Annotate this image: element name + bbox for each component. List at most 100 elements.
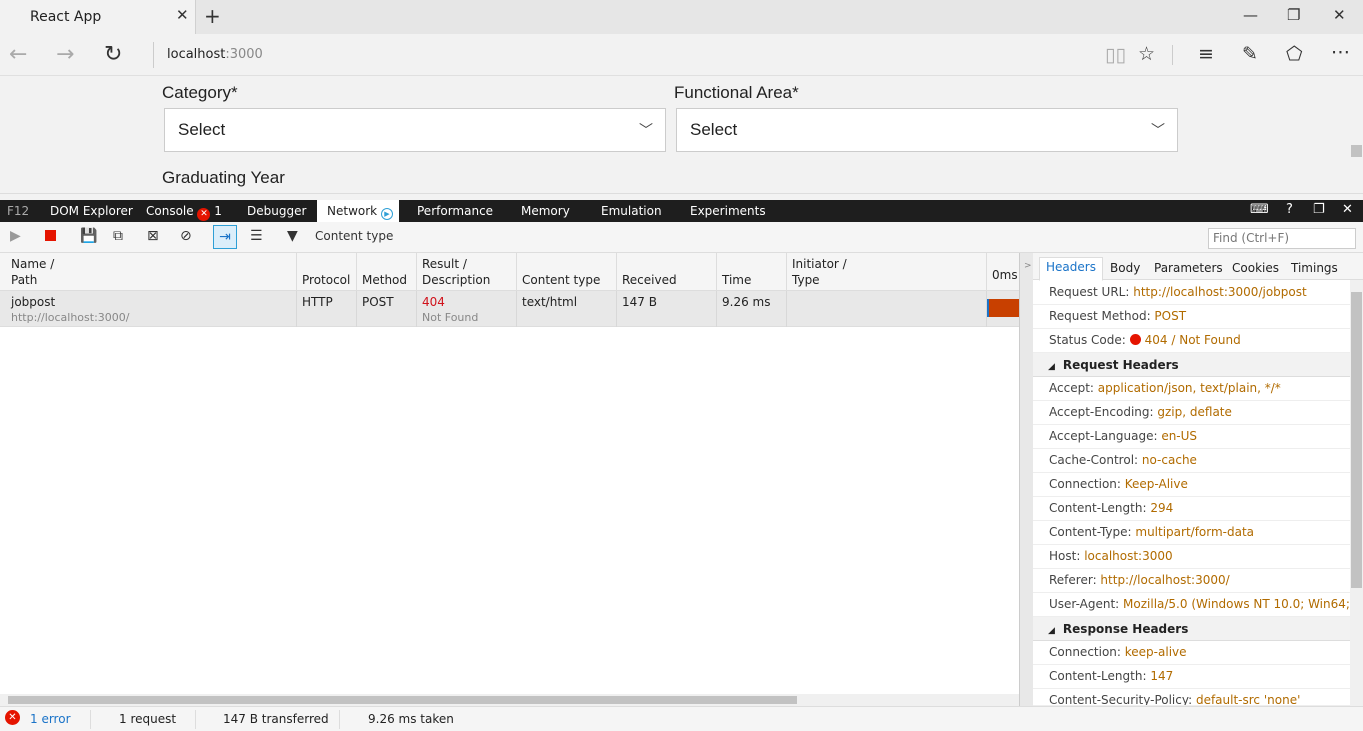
column-received[interactable]: Received: [617, 253, 717, 291]
save-icon[interactable]: 💾: [80, 228, 97, 244]
browser-tab[interactable]: React App ✕: [0, 0, 196, 34]
functional-area-select[interactable]: Select ﹀: [676, 108, 1178, 152]
collapse-arrow-icon: >: [1024, 261, 1032, 271]
forward-icon[interactable]: →: [56, 42, 74, 67]
page-scrollbar-thumb[interactable]: [1351, 145, 1362, 157]
filter-content-type[interactable]: Content type: [315, 229, 393, 243]
import-icon[interactable]: ⧉: [113, 228, 123, 244]
column-method[interactable]: Method: [357, 253, 417, 291]
request-content-type: text/html: [517, 291, 617, 327]
tab-console[interactable]: Console ✕ 1: [146, 200, 222, 222]
always-refresh-icon[interactable]: ⇥: [213, 225, 237, 249]
time-taken: 9.26 ms taken: [368, 712, 454, 726]
help-icon[interactable]: ?: [1286, 202, 1293, 217]
request-headers-section[interactable]: ◢ Request Headers: [1033, 353, 1350, 377]
table-row[interactable]: jobpost http://localhost:3000/ HTTP POST …: [0, 291, 1019, 327]
favorite-star-icon[interactable]: ☆: [1138, 43, 1155, 65]
tab-debugger[interactable]: Debugger: [247, 200, 306, 222]
detail-vertical-scrollbar-thumb[interactable]: [1351, 292, 1362, 588]
header-row: Connection: keep-alive: [1033, 641, 1350, 665]
request-grid-body: [0, 327, 1019, 695]
restore-icon[interactable]: ❐: [1287, 6, 1300, 24]
column-protocol[interactable]: Protocol: [297, 253, 357, 291]
column-timeline[interactable]: 0ms: [987, 253, 1019, 291]
tab-title: React App: [30, 9, 102, 25]
tab-close-icon[interactable]: ✕: [176, 6, 189, 24]
header-row: Content-Length: 294: [1033, 497, 1350, 521]
filter-icon[interactable]: ▼: [287, 228, 298, 244]
column-initiator[interactable]: Initiator / Type: [787, 253, 987, 291]
close-devtools-icon[interactable]: ✕: [1342, 202, 1353, 217]
graduating-year-label: Graduating Year: [162, 168, 285, 187]
tab-performance[interactable]: Performance: [417, 200, 493, 222]
status-error-dot: [1129, 334, 1141, 345]
devtools-resize-handle[interactable]: [0, 193, 1363, 200]
header-row: Accept-Encoding: gzip, deflate: [1033, 401, 1350, 425]
tab-network[interactable]: Network ▶: [317, 200, 399, 222]
refresh-icon[interactable]: ↻: [104, 42, 122, 67]
share-icon[interactable]: ⬠: [1286, 43, 1303, 65]
column-initiator-label: Initiator /: [792, 257, 847, 271]
detail-tab-cookies[interactable]: Cookies: [1226, 259, 1285, 280]
header-value: 147: [1150, 669, 1174, 683]
console-toggle-icon[interactable]: ⌨: [1250, 202, 1269, 217]
column-name-path[interactable]: Name / Path: [0, 253, 297, 291]
page-scrollbar[interactable]: [1350, 76, 1363, 193]
tab-memory[interactable]: Memory: [521, 200, 570, 222]
find-input[interactable]: Find (Ctrl+F): [1208, 228, 1356, 249]
minimize-icon[interactable]: —: [1243, 6, 1258, 24]
back-icon[interactable]: ←: [9, 42, 27, 67]
column-time[interactable]: Time: [717, 253, 787, 291]
stop-icon[interactable]: [45, 230, 56, 241]
header-key: Content-Length:: [1049, 501, 1151, 515]
column-result[interactable]: Result / Description: [417, 253, 517, 291]
network-toolbar: ▶ 💾 ⧉ ⊠ ⊘ ⇥ ☰ ▼ Content type: [0, 222, 1363, 253]
clear-cache-icon[interactable]: ⊘: [180, 228, 192, 244]
url-field[interactable]: localhost:3000: [153, 42, 263, 68]
clear-on-navigate-icon[interactable]: ☰: [250, 228, 263, 244]
url-port: :3000: [225, 47, 263, 62]
header-key: Content-Security-Policy:: [1049, 693, 1196, 706]
f12-label: F12: [7, 204, 30, 218]
detail-tab-parameters[interactable]: Parameters: [1148, 259, 1229, 280]
header-row: Host: localhost:3000: [1033, 545, 1350, 569]
header-value: keep-alive: [1124, 645, 1187, 659]
new-tab-icon[interactable]: +: [204, 4, 221, 28]
column-result-label: Result /: [422, 257, 467, 271]
error-count-link[interactable]: 1 error: [30, 712, 71, 727]
header-value: 294: [1150, 501, 1174, 515]
header-key: Connection:: [1049, 645, 1125, 659]
detail-tab-bar: Headers Body Parameters Cookies Timings: [1033, 253, 1363, 281]
play-icon[interactable]: ▶: [10, 228, 21, 244]
panel-splitter[interactable]: >: [1019, 253, 1033, 706]
response-headers-section[interactable]: ◢ Response Headers: [1033, 617, 1350, 641]
request-time: 9.26 ms: [717, 291, 787, 327]
column-content-type[interactable]: Content type: [517, 253, 617, 291]
header-value[interactable]: http://localhost:3000/: [1100, 573, 1229, 587]
functional-area-label: Functional Area*: [674, 83, 799, 102]
undock-icon[interactable]: ❐: [1313, 202, 1325, 217]
header-value: localhost:3000: [1084, 549, 1173, 563]
detail-tab-body[interactable]: Body: [1104, 259, 1146, 280]
status-code-row: Status Code: 404 / Not Found: [1033, 329, 1350, 353]
request-name: jobpost: [11, 295, 56, 309]
grid-horizontal-scrollbar-thumb[interactable]: [8, 696, 797, 704]
header-value[interactable]: http://localhost:3000/jobpost: [1133, 285, 1306, 299]
header-row: Cache-Control: no-cache: [1033, 449, 1350, 473]
clear-entries-icon[interactable]: ⊠: [147, 228, 159, 244]
header-key: User-Agent:: [1049, 597, 1124, 611]
request-url-row: Request URL: http://localhost:3000/jobpo…: [1033, 281, 1350, 305]
detail-tab-headers[interactable]: Headers: [1039, 257, 1103, 281]
detail-tab-timings[interactable]: Timings: [1285, 259, 1344, 280]
tab-dom-explorer[interactable]: DOM Explorer: [50, 200, 133, 222]
hub-icon[interactable]: ≡: [1198, 43, 1214, 65]
tab-experiments[interactable]: Experiments: [690, 200, 766, 222]
more-icon[interactable]: ⋯: [1331, 41, 1350, 63]
web-note-icon[interactable]: ✎: [1242, 43, 1258, 65]
tab-console-label: Console: [146, 204, 194, 218]
tab-emulation[interactable]: Emulation: [601, 200, 662, 222]
reading-view-icon[interactable]: ▯▯: [1105, 44, 1126, 66]
category-select[interactable]: Select ﹀: [164, 108, 666, 152]
close-window-icon[interactable]: ✕: [1333, 6, 1346, 24]
error-icon: ✕: [197, 208, 211, 221]
